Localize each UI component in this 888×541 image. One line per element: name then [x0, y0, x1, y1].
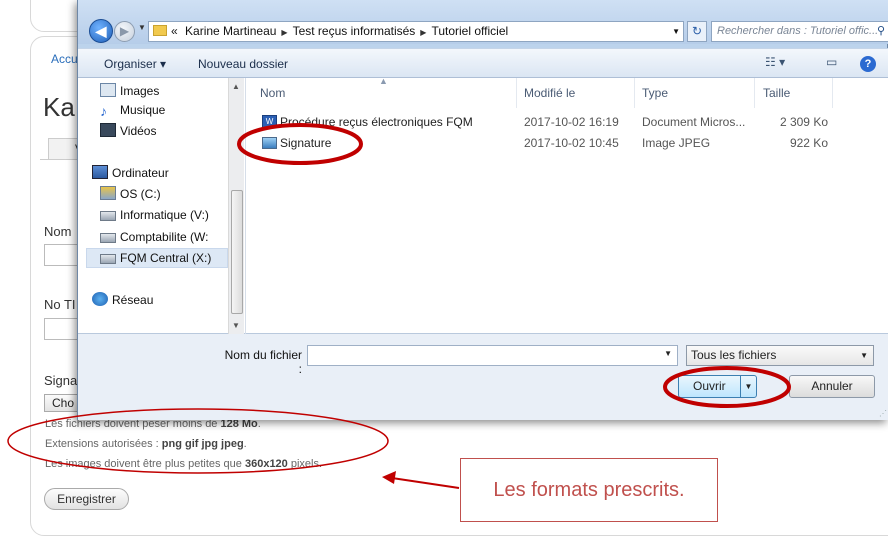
- callout-arrowhead: [382, 471, 396, 484]
- formats-highlight-ellipse: [7, 408, 389, 474]
- annotation-overlay: [7, 123, 791, 489]
- callout-arrow-line: [391, 477, 460, 489]
- callout-box: Les formats prescrits.: [460, 458, 718, 522]
- open-button-highlight-ellipse: [663, 366, 791, 408]
- signature-highlight-ellipse: [237, 123, 363, 165]
